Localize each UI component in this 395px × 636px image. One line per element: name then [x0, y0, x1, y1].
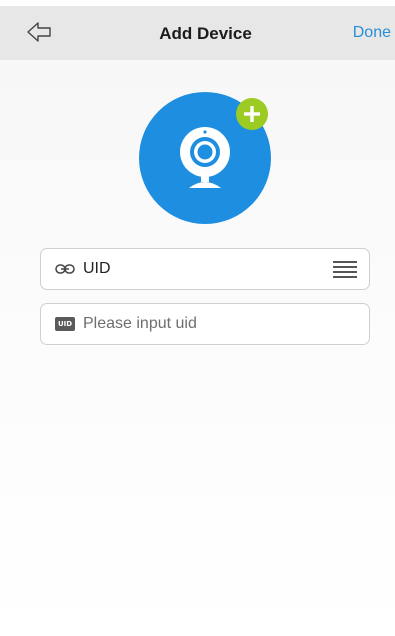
- link-icon: [55, 262, 75, 276]
- navigation-bar: Add Device Done: [0, 6, 395, 60]
- uid-badge-icon: UID: [55, 317, 75, 331]
- uid-selector-field[interactable]: UID: [40, 248, 370, 290]
- uid-input-field[interactable]: UID: [40, 303, 370, 345]
- plus-circle-icon: [236, 98, 268, 130]
- uid-label: UID: [83, 260, 111, 277]
- uid-input[interactable]: [83, 309, 353, 339]
- page-title: Add Device: [159, 24, 252, 43]
- add-photo-button[interactable]: [236, 98, 268, 130]
- done-button[interactable]: Done: [353, 24, 391, 42]
- menu-lines-icon[interactable]: [333, 259, 357, 279]
